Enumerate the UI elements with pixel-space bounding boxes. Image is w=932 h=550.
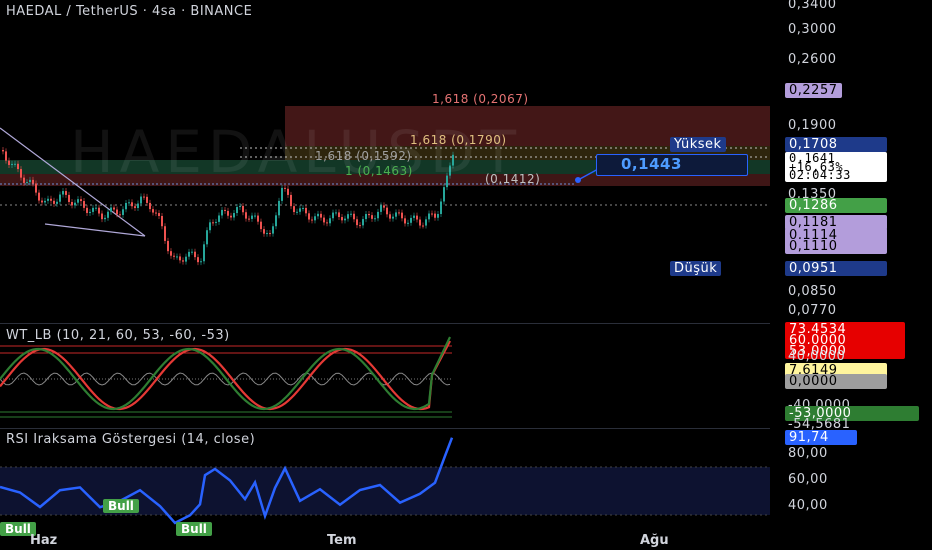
wt-value-label: 0,0000 <box>785 374 887 389</box>
price-tick: 0,2600 <box>788 52 837 67</box>
green-price-label: 0,1286 <box>785 198 887 213</box>
fib-05-label: (0,1412) <box>485 172 541 186</box>
high-price-label: 0,1708 <box>785 137 887 152</box>
x-axis-tick: Ağu <box>640 533 669 548</box>
fib-1618-top-label: 1,618 (0,2067) <box>432 92 529 106</box>
bull-label: Bull <box>176 522 212 536</box>
wt-panel[interactable] <box>0 324 770 428</box>
price-tick: 0,3400 <box>788 0 837 12</box>
chart-title: HAEDAL / TetherUS · 4sa · BINANCE <box>6 4 253 19</box>
rsi-axis-tick: 40,00 <box>788 498 828 513</box>
price-tick: 0,1900 <box>788 118 837 133</box>
low-price-label: 0,0951 <box>785 261 887 276</box>
wt-line <box>0 336 451 411</box>
x-axis-tick: Haz <box>30 533 58 548</box>
fib-top-price-label: 0,2257 <box>785 83 842 98</box>
wt-line <box>0 340 451 411</box>
rsi-current-label: 91,74 <box>785 430 857 445</box>
rsi-axis-tick: 60,00 <box>788 472 828 487</box>
price-callout-text: 0,1443 <box>621 155 682 173</box>
wt-axis-tick: 40,0000 <box>788 349 846 364</box>
bull-label: Bull <box>103 499 139 513</box>
price-tick: 0,3000 <box>788 22 837 37</box>
price-callout[interactable]: 0,1443 <box>596 154 748 176</box>
fib-1618-mid-label: 1,618 (0,1790) <box>410 133 507 147</box>
price-tick: 0,0850 <box>788 284 837 299</box>
price-tick: 0,0770 <box>788 303 837 318</box>
level-price-label: 0,1110 <box>785 239 887 254</box>
symbol-watermark: HAEDALUSDT <box>70 118 523 186</box>
high-tag: Yüksek <box>670 137 726 152</box>
low-tag: Düşük <box>670 261 722 276</box>
wt-oscillator-lines <box>0 336 451 411</box>
fib-1-label: 1 (0,1463) <box>345 164 413 178</box>
bar-countdown-label: 02:04:33 <box>789 168 851 182</box>
rsi-panel[interactable] <box>0 429 770 533</box>
fib-1618-low-label: 1,618 (0,1592) <box>315 149 412 163</box>
rsi-axis-tick: 80,00 <box>788 446 828 461</box>
x-axis-tick: Tem <box>327 533 357 548</box>
